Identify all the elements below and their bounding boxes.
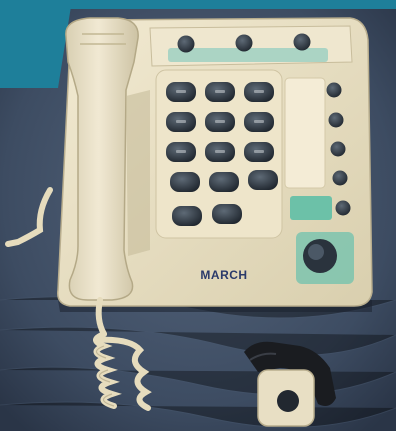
alert-button <box>303 239 337 273</box>
brand-logo-text: MARCH <box>200 268 248 282</box>
photo-scene: MARCH <box>0 0 396 431</box>
status-label <box>290 196 332 220</box>
